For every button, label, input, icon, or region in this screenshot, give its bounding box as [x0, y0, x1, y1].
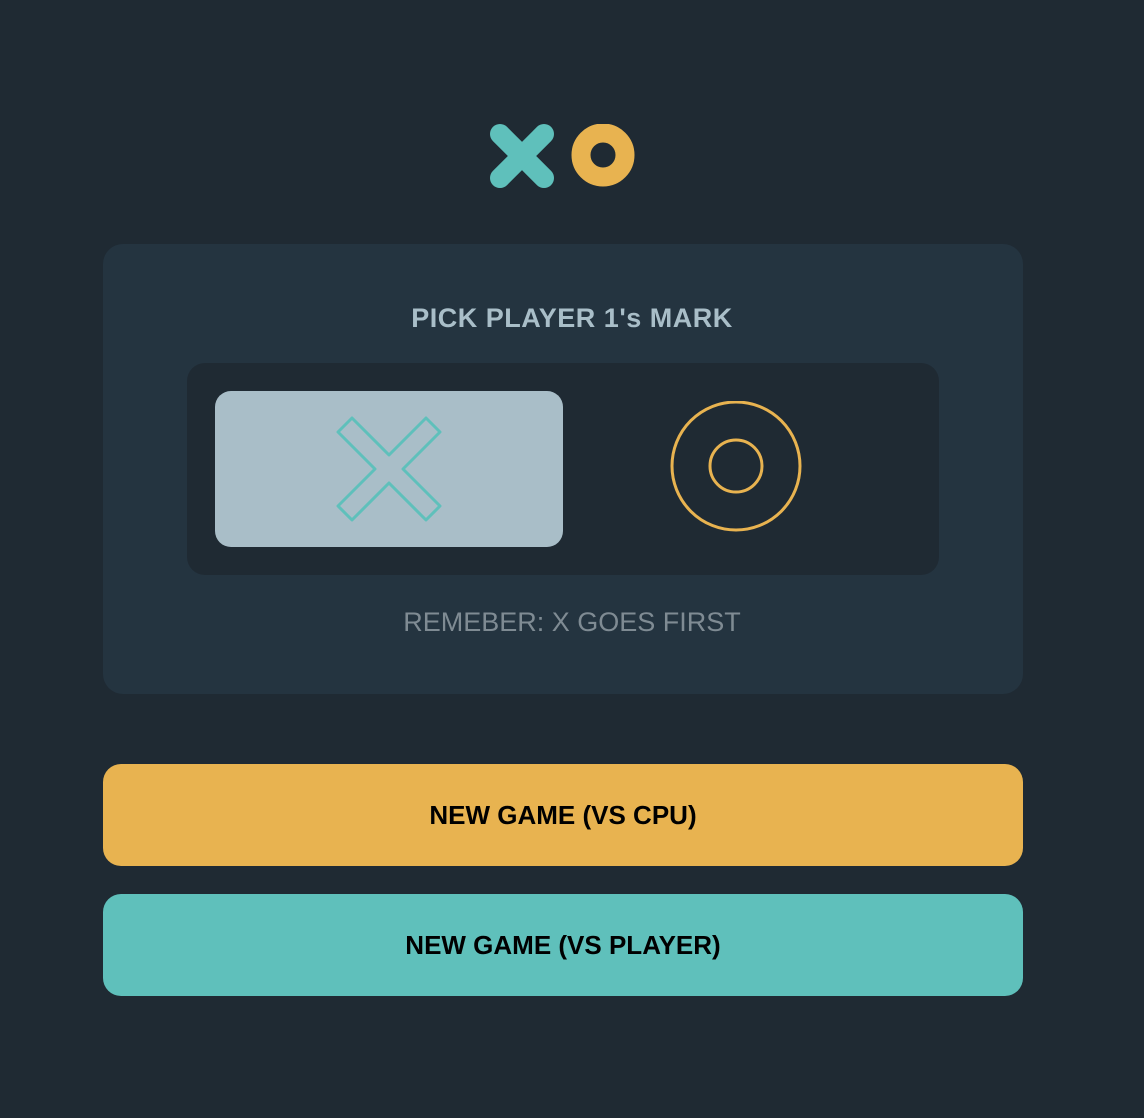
- x-mark-icon: [490, 124, 554, 188]
- new-game-vs-cpu-button[interactable]: NEW GAME (VS CPU): [103, 764, 1023, 866]
- mark-option-x[interactable]: [215, 391, 563, 547]
- o-outline-icon: [670, 401, 802, 532]
- new-game-vs-player-button[interactable]: NEW GAME (VS PLAYER): [103, 894, 1023, 996]
- o-mark-icon: [571, 124, 635, 187]
- first-move-hint: REMEBER: X GOES FIRST: [403, 607, 741, 637]
- logo: [490, 124, 638, 188]
- mark-option-o[interactable]: [563, 391, 911, 547]
- x-outline-icon: [336, 416, 442, 522]
- picker-title: PICK PLAYER 1's MARK: [411, 303, 733, 333]
